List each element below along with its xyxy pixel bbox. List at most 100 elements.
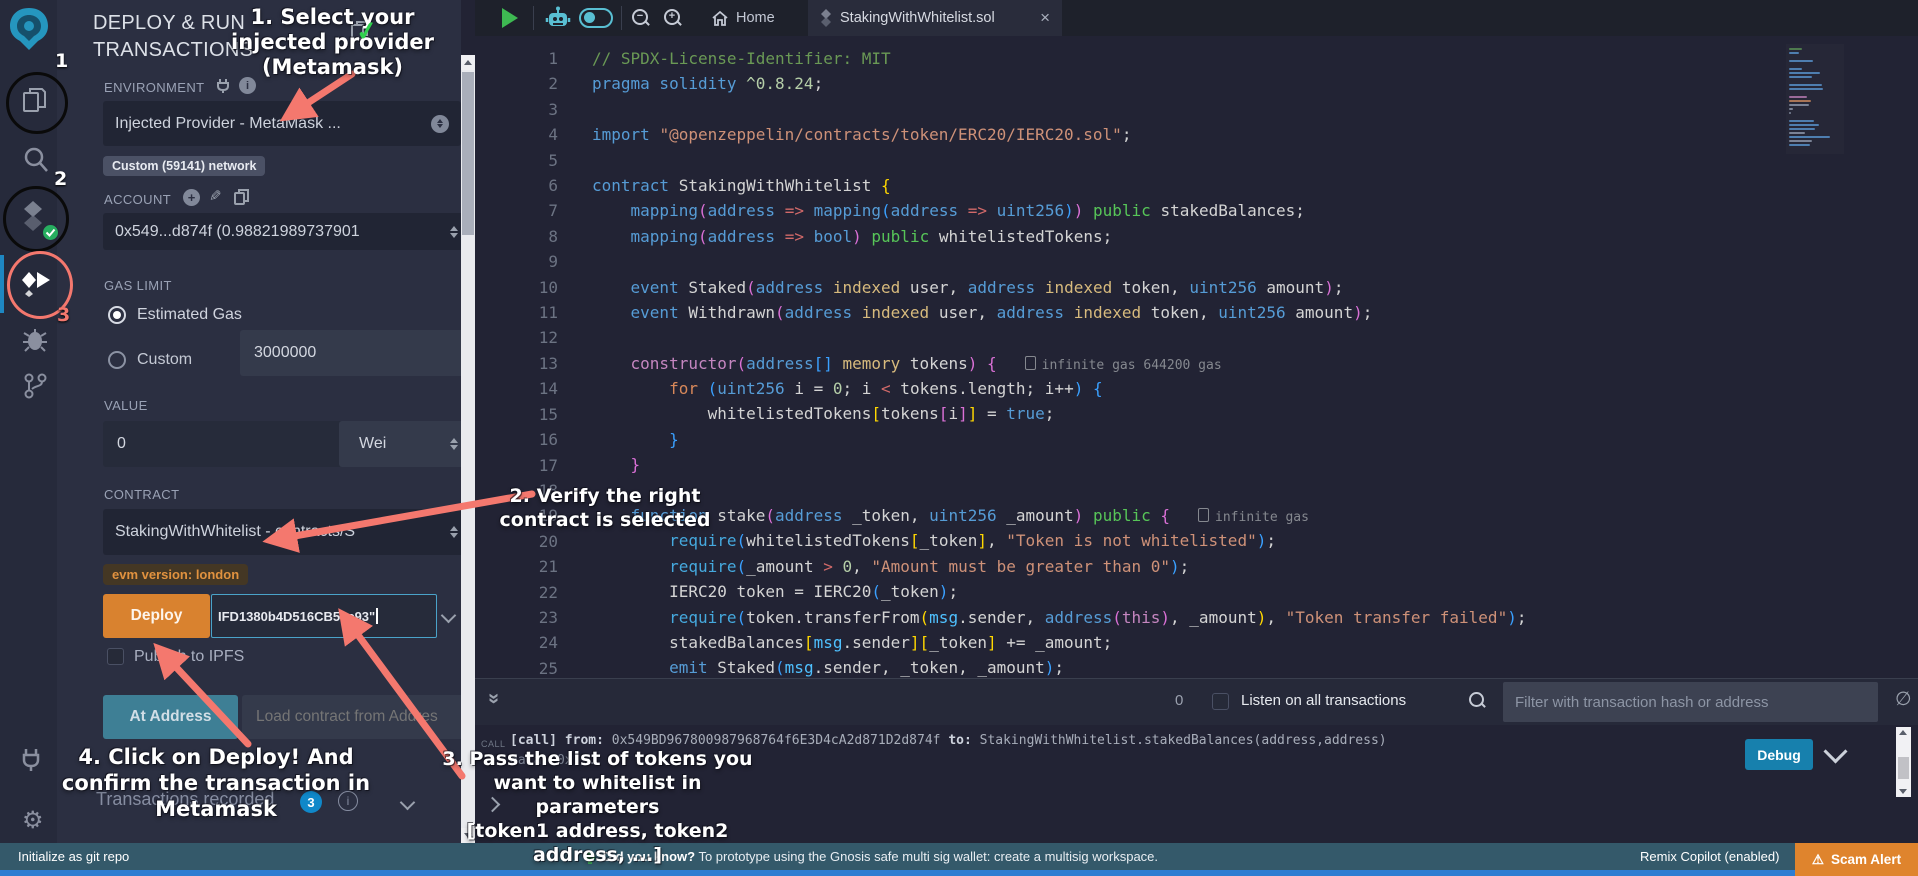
environment-plug-icon[interactable] [216, 78, 230, 94]
deploy-run-panel: DEPLOY & RUN TRANSACTIONS ENVIRONMENT i … [57, 0, 461, 843]
transactions-expand-icon[interactable] [400, 795, 416, 811]
deploy-run-icon[interactable] [20, 270, 52, 298]
zoom-in-icon[interactable]: + [664, 9, 680, 25]
terminal-scrollbar[interactable] [1896, 727, 1911, 797]
tip-label: Did you know? [603, 849, 695, 864]
scroll-up-button[interactable] [461, 55, 475, 70]
plugin-manager-icon[interactable] [18, 746, 44, 772]
value-label: VALUE [104, 398, 148, 413]
publish-ipfs-checkbox[interactable] [107, 648, 124, 665]
environment-stepper-icon[interactable] [431, 115, 449, 133]
copilot-toggle-icon[interactable] [579, 8, 613, 28]
contract-label: CONTRACT [104, 487, 179, 502]
transactions-info-icon[interactable]: i [338, 791, 358, 811]
transactions-recorded-label: Transactions recorded [96, 789, 274, 810]
deploy-params-expand-icon[interactable] [441, 608, 457, 624]
account-stepper-icon[interactable] [450, 226, 458, 238]
status-bar: Initialize as git repo Did you know? To … [0, 843, 1918, 870]
transactions-count-badge: 3 [300, 791, 322, 813]
terminal: « 0 Listen on all transactions ∅ CALL [c… [475, 678, 1918, 843]
at-address-button[interactable]: At Address [103, 695, 238, 739]
terminal-scrollbar-thumb[interactable] [1898, 757, 1909, 779]
git-init-status[interactable]: Initialize as git repo [18, 849, 129, 864]
copilot-status[interactable]: Remix Copilot (enabled) [1640, 849, 1779, 864]
bulb-icon [585, 852, 595, 862]
at-address-input[interactable] [242, 695, 474, 739]
debugger-icon[interactable] [22, 326, 48, 352]
account-value: 0x549...d874f (0.98821989737901 [115, 223, 360, 241]
environment-info-icon[interactable]: i [239, 77, 256, 94]
remix-logo-icon[interactable] [7, 6, 51, 52]
copilot-robot-icon[interactable] [545, 6, 571, 30]
unit-stepper-icon[interactable] [450, 438, 458, 450]
panel-scrollbar[interactable] [461, 55, 475, 843]
settings-gear-icon[interactable]: ⚙ [22, 806, 44, 835]
did-you-know-tip: Did you know? To prototype using the Gno… [585, 849, 1158, 864]
contract-value: StakingWithWhitelist - contracts/S [115, 523, 355, 541]
home-tab-label: Home [736, 10, 775, 26]
estimated-gas-label: Estimated Gas [137, 306, 242, 324]
deploy-params-input[interactable]: IFD1380b4D516CB59c93" [211, 594, 437, 638]
account-label: ACCOUNT [104, 192, 171, 207]
value-unit-select[interactable]: Wei [339, 421, 470, 467]
tab-staking-with-whitelist[interactable]: StakingWithWhitelist.sol × [808, 0, 1062, 36]
clear-console-icon[interactable]: ∅ [1895, 688, 1912, 711]
code-editor[interactable]: 1234567891011121314151617181920212223242… [475, 36, 1918, 678]
copy-account-icon[interactable] [234, 188, 250, 205]
close-tab-icon[interactable]: × [1040, 8, 1050, 28]
file-explorer-icon[interactable] [22, 86, 48, 114]
remix-ide: ⚙ DEPLOY & RUN TRANSACTIONS ENVIRONMENT … [0, 0, 1918, 876]
gutter: 1234567891011121314151617181920212223242… [475, 46, 558, 678]
estimated-gas-radio[interactable] [108, 306, 126, 324]
environment-value: Injected Provider - MetaMask ... [115, 115, 341, 133]
expand-terminal-icon[interactable]: « [482, 693, 505, 704]
scam-alert-button[interactable]: ⚠ Scam Alert [1795, 843, 1918, 876]
terminal-log-data: data: 0x... [510, 753, 596, 768]
terminal-side-expand-icon[interactable] [485, 797, 501, 813]
edit-account-icon[interactable]: ✎ [209, 187, 222, 205]
solidity-compiler-icon[interactable] [18, 200, 48, 236]
git-icon[interactable] [22, 372, 48, 400]
run-script-icon[interactable] [502, 8, 518, 28]
account-select[interactable]: 0x549...d874f (0.98821989737901 [103, 213, 470, 250]
text-caret [376, 608, 378, 624]
zoom-out-icon[interactable]: − [632, 9, 648, 25]
solidity-file-icon [820, 9, 832, 27]
main-area: − + Home StakingWithWhitelist.sol × 1234… [475, 0, 1918, 843]
deploy-button[interactable]: Deploy [103, 594, 210, 638]
editor-toolbar: − + Home StakingWithWhitelist.sol × [475, 0, 1918, 36]
log-expand-icon[interactable] [1823, 739, 1847, 763]
terminal-bar: « 0 Listen on all transactions ∅ [475, 679, 1918, 725]
panel-scrollbar-thumb[interactable] [462, 72, 474, 235]
code-lines: // SPDX-License-Identifier: MITpragma so… [592, 46, 1526, 678]
custom-gas-input[interactable] [240, 330, 474, 376]
environment-select[interactable]: Injected Provider - MetaMask ... [103, 101, 461, 146]
minimap[interactable] [1786, 44, 1844, 154]
custom-gas-radio[interactable] [108, 351, 126, 369]
contract-stepper-icon[interactable] [450, 526, 458, 538]
filter-transactions-input[interactable] [1503, 682, 1878, 722]
docs-icon[interactable] [350, 20, 370, 42]
custom-gas-label: Custom [137, 351, 192, 369]
contract-select[interactable]: StakingWithWhitelist - contracts/S [103, 509, 470, 555]
search-icon[interactable] [23, 146, 49, 174]
debug-button[interactable]: Debug [1745, 739, 1813, 770]
network-badge: Custom (59141) network [103, 156, 265, 176]
value-input[interactable] [103, 421, 365, 467]
publish-ipfs-label: Publish to IPFS [134, 648, 244, 666]
bottom-accent-strip [0, 870, 1918, 876]
listen-all-label: Listen on all transactions [1241, 692, 1406, 709]
listen-all-checkbox[interactable] [1212, 693, 1229, 710]
environment-label: ENVIRONMENT [104, 80, 204, 95]
tab-label: StakingWithWhitelist.sol [840, 10, 995, 26]
compile-success-badge [42, 224, 59, 241]
panel-title: DEPLOY & RUN TRANSACTIONS [93, 10, 253, 64]
scroll-down-button[interactable] [461, 828, 475, 843]
warning-icon: ⚠ [1812, 852, 1824, 868]
gas-limit-label: GAS LIMIT [104, 278, 172, 293]
add-account-icon[interactable]: + [183, 189, 200, 206]
log-origin-label: CALL [481, 739, 506, 749]
terminal-log-line[interactable]: [call] from: 0x549BD967800987968764f6E3D… [510, 731, 1387, 751]
deploy-params-value: IFD1380b4D516CB59c93" [218, 609, 375, 624]
tab-home[interactable]: Home [703, 0, 783, 36]
